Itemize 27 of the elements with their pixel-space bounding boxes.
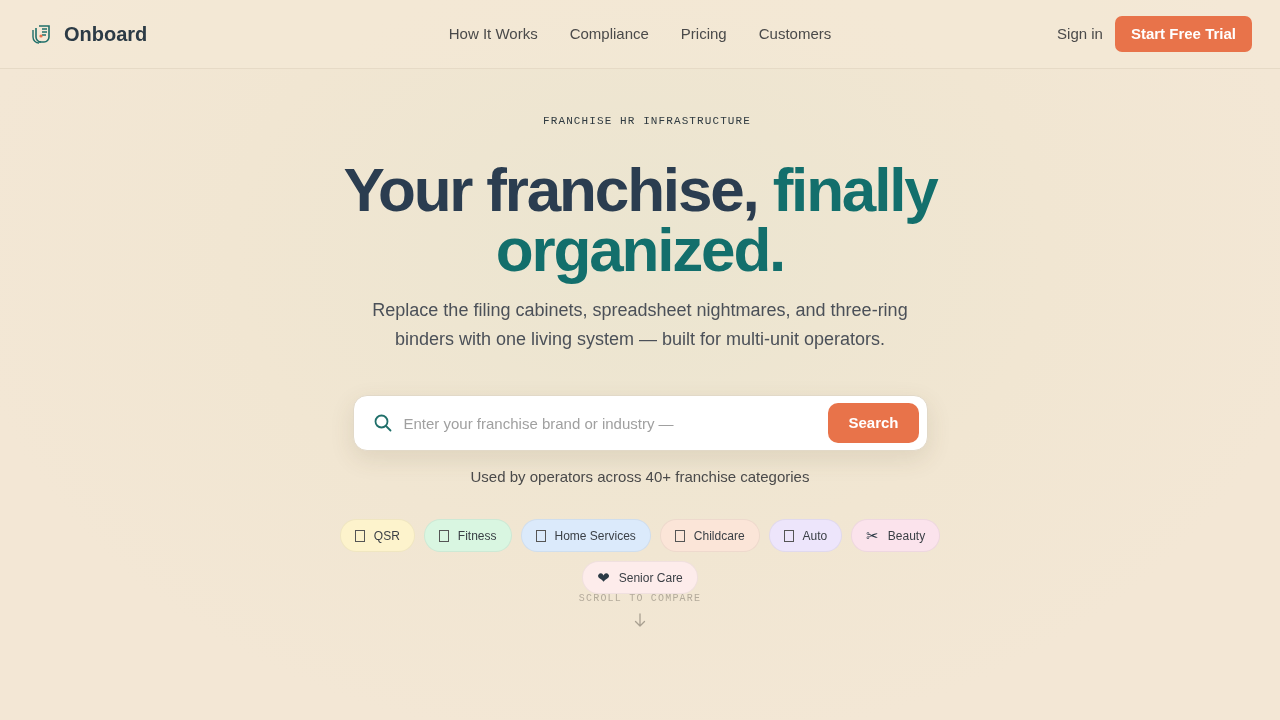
sign-in-link[interactable]: Sign in bbox=[1057, 22, 1103, 46]
search-icon bbox=[373, 414, 392, 432]
document-stack-icon bbox=[30, 24, 52, 44]
category-icon: ❤ bbox=[597, 569, 610, 586]
category-chip[interactable]: ❤ Senior Care bbox=[582, 561, 698, 594]
eyebrow-label: FRANCHISE HR INFRASTRUCTURE bbox=[543, 114, 751, 129]
category-chip[interactable]: Auto bbox=[768, 519, 843, 552]
nav-link[interactable]: Customers bbox=[758, 22, 832, 46]
category-chip[interactable]: Childcare bbox=[659, 519, 760, 552]
blank-square-icon bbox=[438, 529, 449, 542]
blank-square-icon bbox=[674, 529, 685, 542]
hero-subtitle: Replace the filing cabinets, spreadsheet nightmares, and three-ring binders with one living system — built for multi-unit operators. bbox=[371, 299, 909, 351]
category-icon: ✂ bbox=[866, 527, 879, 544]
category-chip[interactable]: QSR bbox=[339, 519, 415, 552]
nav-link[interactable]: Compliance bbox=[569, 22, 649, 46]
down-arrow-icon bbox=[634, 613, 646, 627]
nav-link[interactable]: Pricing bbox=[680, 22, 727, 46]
blank-square-icon bbox=[354, 529, 365, 542]
blank-square-icon bbox=[535, 529, 546, 542]
blank-square-icon bbox=[783, 529, 794, 542]
brand-name[interactable]: Onboard bbox=[64, 19, 148, 49]
social-proof-text: Used by operators across 40+ franchise categories bbox=[470, 467, 810, 487]
scroll-hint: SCROLL TO COMPARE bbox=[578, 593, 702, 605]
category-chip[interactable]: Fitness bbox=[423, 519, 512, 552]
category-chip[interactable]: Home Services bbox=[520, 519, 651, 552]
category-chip[interactable]: ✂ Beauty bbox=[851, 519, 941, 552]
nav-link[interactable]: How It Works bbox=[448, 22, 538, 46]
